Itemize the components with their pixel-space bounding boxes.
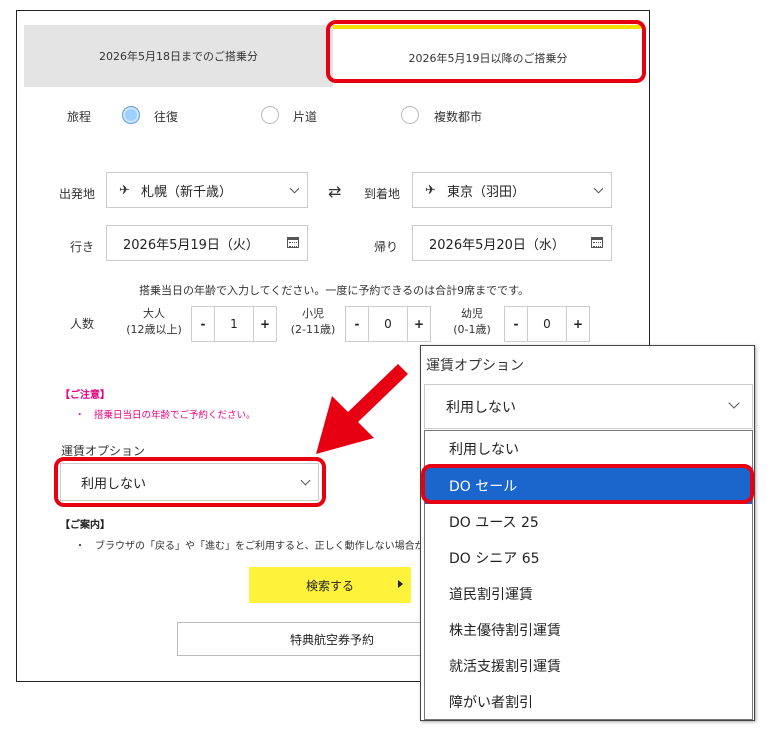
adult-count[interactable]: 1 (214, 307, 254, 341)
infant-age-range: (0-1歳) (453, 323, 491, 336)
return-label: 帰り (374, 240, 399, 254)
dropdown-select[interactable]: 利用しない (424, 384, 753, 429)
adult-label: 大人 (12歳以上) (116, 306, 192, 338)
calendar-icon[interactable] (287, 237, 299, 248)
adult-age-range: (12歳以上) (126, 323, 182, 336)
plane-departure-icon: ✈ (119, 182, 130, 198)
trip-label: 旅程 (67, 110, 92, 124)
fare-option-highlight-box (54, 457, 326, 507)
outbound-date-value: 2026年5月19日（火） (123, 237, 259, 253)
option-do-youth-25[interactable]: DO ユース 25 (425, 504, 752, 540)
calendar-icon[interactable] (591, 237, 603, 248)
radio-multicity[interactable] (401, 106, 419, 124)
child-plus-button[interactable]: + (408, 307, 430, 341)
option-resident-discount[interactable]: 道民割引運賃 (425, 576, 752, 612)
infant-stepper: - 0 + (504, 306, 590, 342)
search-button-label: 検索する (305, 578, 354, 593)
return-date-value: 2026年5月20日（水） (429, 237, 565, 253)
red-arrow-icon (316, 364, 418, 454)
search-button[interactable]: 検索する (249, 567, 411, 603)
adult-stepper: - 1 + (191, 306, 277, 342)
radio-multicity-label: 複数都市 (434, 110, 483, 124)
tab-highlight-box (326, 20, 646, 83)
caution-item: ・ 搭乗日当日の年齢でご予約ください。 (75, 410, 256, 421)
return-date-input[interactable]: 2026年5月20日（水） (412, 225, 612, 261)
infant-label-text: 幼児 (461, 307, 483, 320)
award-ticket-label: 特典航空券予約 (289, 632, 374, 647)
adult-label-text: 大人 (143, 307, 165, 320)
child-count[interactable]: 0 (368, 307, 408, 341)
option-job-hunting-discount[interactable]: 就活支援割引運賃 (425, 648, 752, 684)
destination-value: 東京（羽田） (447, 184, 526, 200)
passenger-label: 人数 (70, 317, 95, 331)
option-no-use[interactable]: 利用しない (425, 431, 752, 467)
radio-oneway[interactable] (261, 106, 279, 124)
outbound-date-input[interactable]: 2026年5月19日（火） (106, 225, 308, 261)
option-disability-discount[interactable]: 障がい者割引 (425, 684, 752, 720)
outbound-label: 行き (70, 240, 95, 254)
infant-count[interactable]: 0 (527, 307, 567, 341)
caution-title: 【ご注意】 (60, 390, 110, 401)
child-age-range: (2-11歳) (290, 323, 336, 336)
destination-select[interactable]: ✈ 東京（羽田） (412, 172, 612, 208)
infant-plus-button[interactable]: + (567, 307, 589, 341)
adult-plus-button[interactable]: + (254, 307, 276, 341)
dropdown-current-value: 利用しない (446, 399, 516, 416)
origin-label: 出発地 (59, 187, 96, 201)
chevron-right-icon (398, 580, 403, 588)
child-label: 小児 (2-11歳) (282, 306, 344, 338)
swap-icon[interactable]: ⇄ (328, 182, 341, 201)
child-stepper: - 0 + (345, 306, 431, 342)
radio-roundtrip-label: 往復 (154, 110, 179, 124)
infant-minus-button[interactable]: - (505, 307, 527, 341)
fare-option-dropdown: 運賃オプション 利用しない 利用しない DO セール DO ユース 25 DO … (420, 345, 755, 721)
dropdown-title: 運賃オプション (426, 358, 524, 374)
tab-before-date[interactable]: 2026年5月18日までのご搭乗分 (24, 25, 333, 87)
passenger-note: 搭乗当日の年齢で入力してください。一度に予約できるのは合計9席までです。 (138, 284, 530, 297)
child-minus-button[interactable]: - (346, 307, 368, 341)
infant-label: 幼児 (0-1歳) (441, 306, 503, 338)
radio-oneway-label: 片道 (293, 110, 318, 124)
child-label-text: 小児 (302, 307, 324, 320)
radio-roundtrip[interactable] (122, 106, 140, 124)
origin-select[interactable]: ✈ 札幌（新千歳） (106, 172, 308, 208)
destination-label: 到着地 (364, 187, 401, 201)
option-do-senior-65[interactable]: DO シニア 65 (425, 540, 752, 576)
adult-minus-button[interactable]: - (192, 307, 214, 341)
dropdown-highlight-box (421, 464, 754, 504)
info-item: ・ ブラウザの「戻る」や「進む」をご利用すると、正しく動作しない場合があり (75, 541, 445, 552)
plane-arrival-icon: ✈ (425, 182, 436, 198)
origin-value: 札幌（新千歳） (141, 184, 233, 200)
option-shareholder-discount[interactable]: 株主優待割引運賃 (425, 612, 752, 648)
info-title: 【ご案内】 (60, 520, 110, 531)
chevron-down-icon (728, 397, 740, 409)
